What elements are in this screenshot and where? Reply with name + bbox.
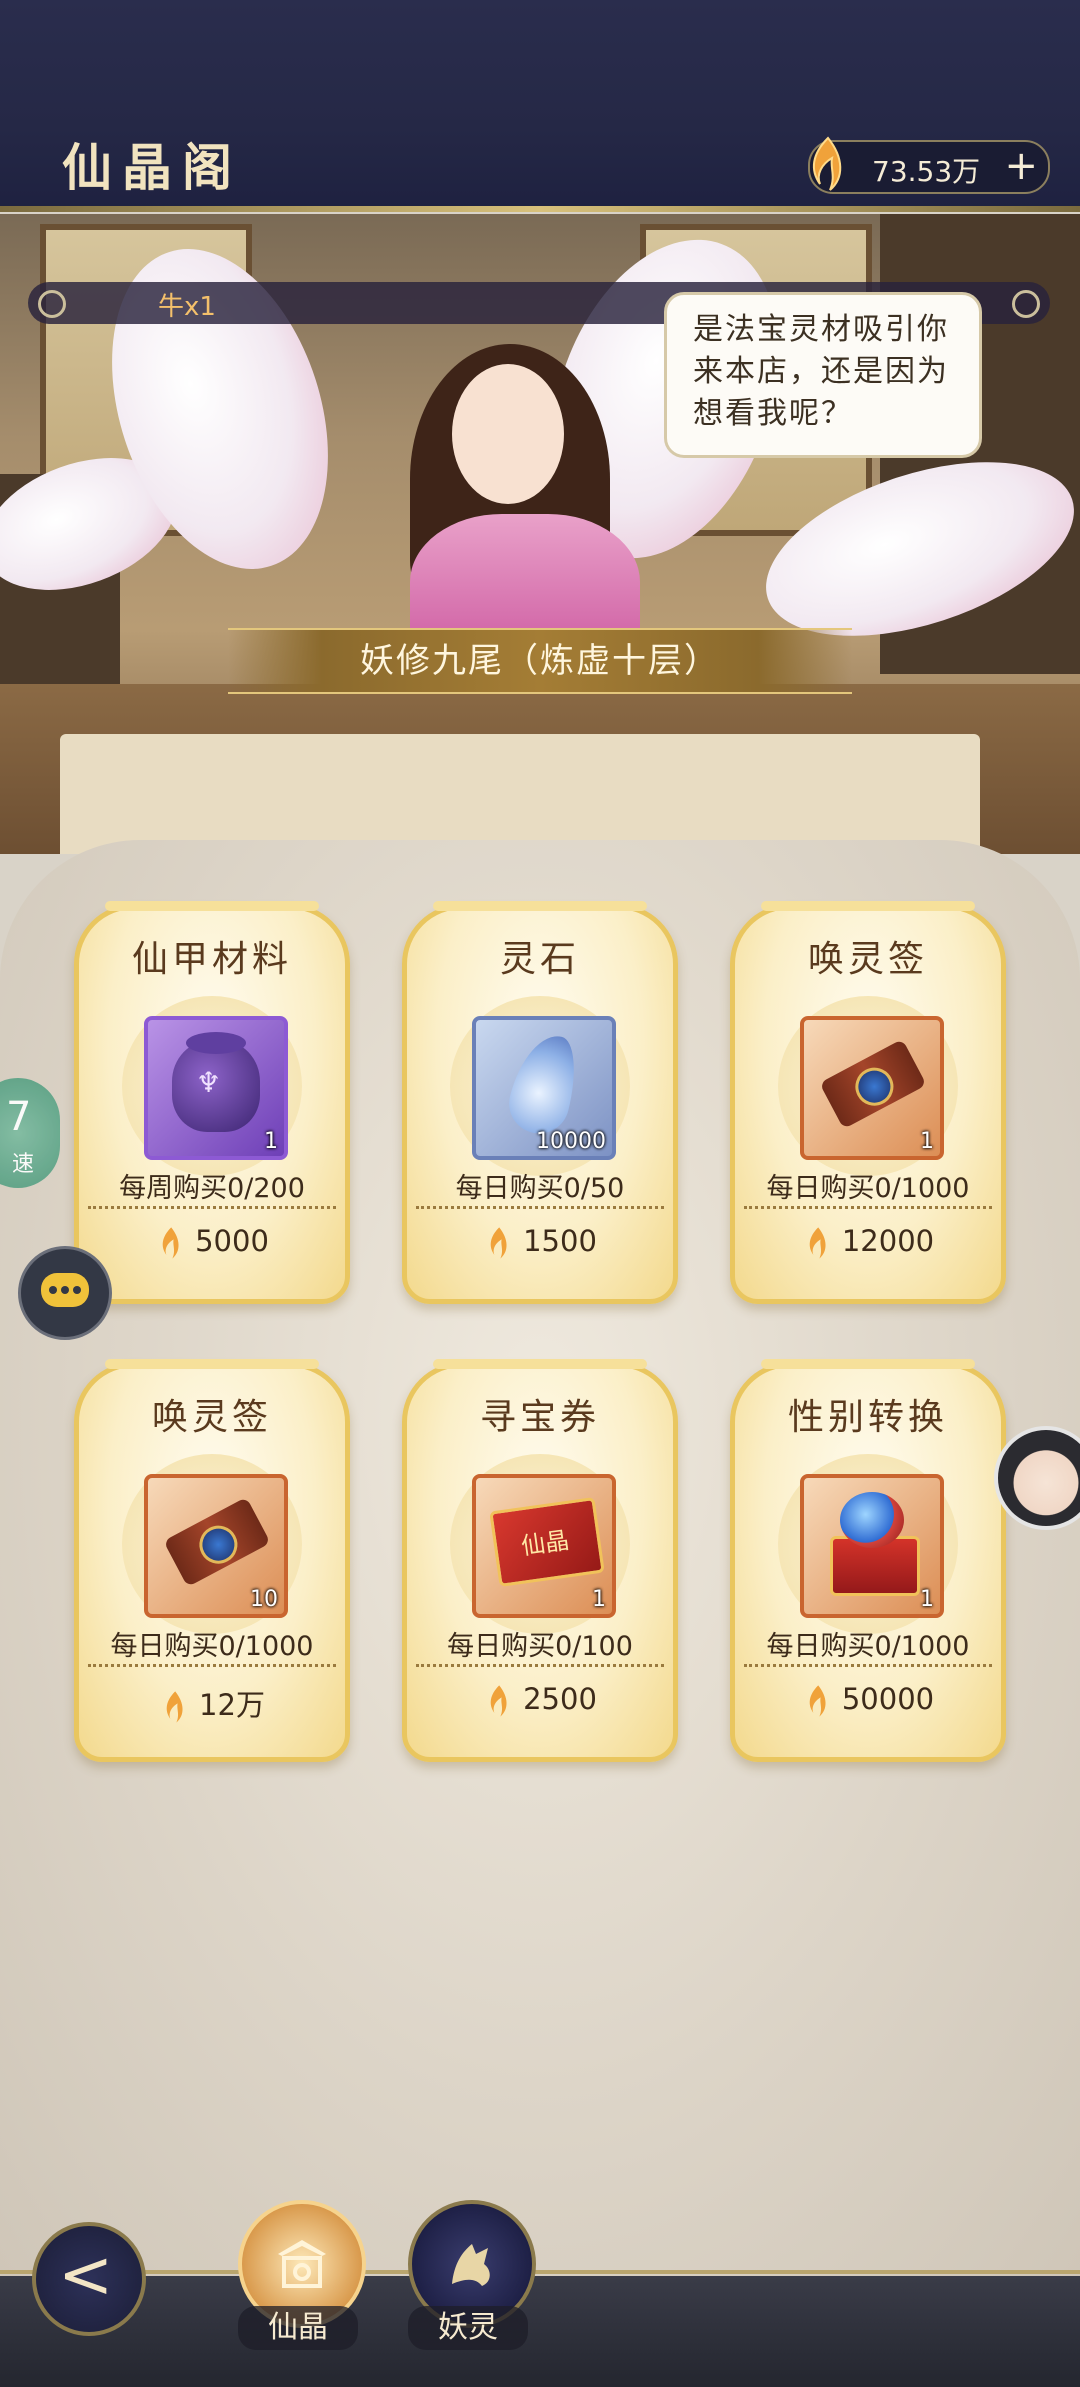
ticket-icon: 仙晶 — [489, 1496, 605, 1588]
npc-name: 妖修九尾（炼虚十层） — [360, 641, 720, 681]
dotted-divider — [744, 1206, 992, 1209]
crystal-currency-icon — [490, 1227, 507, 1259]
crystal-currency-icon — [166, 1691, 183, 1723]
marquee-text: 牛x1 — [158, 292, 216, 322]
speed-number: 7 — [6, 1094, 32, 1140]
dialogue-line: 是法宝灵材吸引你 — [693, 312, 949, 347]
item-name: 仙甲材料 — [131, 939, 292, 980]
item-quantity: 1 — [920, 1129, 934, 1154]
ticket-text: 仙晶 — [519, 1526, 571, 1561]
item-slot[interactable]: ♆ 1 — [144, 1016, 288, 1160]
crystal-currency-icon — [162, 1227, 179, 1259]
item-price[interactable]: 2500 — [402, 1682, 678, 1719]
item-slot[interactable]: 10 — [144, 1474, 288, 1618]
price-value: 12000 — [841, 1224, 935, 1258]
item-slot[interactable]: 10000 — [472, 1016, 616, 1160]
fox-icon — [452, 2244, 490, 2286]
nav-divider — [0, 2270, 1080, 2274]
tab-label-xianjing: 仙晶 — [238, 2306, 358, 2350]
item-quantity: 1 — [264, 1129, 278, 1154]
dialogue-bubble: 是法宝灵材吸引你 来本店，还是因为 想看我呢？ — [664, 292, 982, 458]
purchase-limit: 每日购买0/1000 — [110, 1631, 314, 1662]
pavilion-icon — [278, 2240, 326, 2288]
dotted-divider — [416, 1664, 664, 1667]
scroll-icon — [819, 1038, 927, 1130]
currency-display[interactable]: 73.53万 + — [808, 136, 1050, 194]
crystal-currency-icon — [809, 1685, 826, 1717]
currency-amount: 73.53万 — [872, 155, 981, 188]
item-slot[interactable]: 1 — [800, 1016, 944, 1160]
item-quantity: 10000 — [536, 1129, 606, 1154]
back-arrow-icon: < — [58, 2236, 114, 2313]
header-bar: 仙晶阁 73.53万 + — [0, 0, 1080, 212]
dialogue-line: 想看我呢？ — [693, 396, 853, 431]
bottom-nav-bar — [0, 2276, 1080, 2387]
item-quantity: 1 — [592, 1587, 606, 1612]
shop-item-card[interactable]: 性别转换 1 每日购买0/1000 50000 — [730, 1359, 1006, 1762]
price-value: 1500 — [523, 1224, 597, 1258]
scroll-icon — [163, 1496, 271, 1588]
marquee-ornament — [38, 290, 66, 318]
purchase-limit: 每日购买0/1000 — [766, 1173, 970, 1204]
shop-item-card[interactable]: 唤灵签 1 每日购买0/1000 12000 — [730, 901, 1006, 1304]
shopkeeper-scene: 牛x1 是法宝灵材吸引你 来本店，还是因为 想看我呢？ 妖修九尾（炼虚十层） — [0, 214, 1080, 854]
orb-box-icon — [840, 1492, 904, 1548]
item-slot[interactable]: 1 — [800, 1474, 944, 1618]
shop-item-card[interactable]: 仙甲材料 ♆ 1 每周购买0/200 5000 — [74, 901, 350, 1304]
item-slot[interactable]: 仙晶 1 — [472, 1474, 616, 1618]
marquee-ornament — [1012, 290, 1040, 318]
desk-top — [60, 734, 980, 854]
spirit-stone-icon — [502, 1028, 586, 1140]
item-name: 唤灵签 — [151, 1397, 272, 1438]
crystal-currency-icon — [809, 1227, 826, 1259]
speed-widget[interactable]: 7 速 — [0, 1078, 60, 1188]
item-price[interactable]: 12000 — [730, 1224, 1006, 1261]
chat-bubble-icon — [41, 1273, 89, 1307]
shop-item-card[interactable]: 寻宝券 仙晶 1 每日购买0/100 2500 — [402, 1359, 678, 1762]
shop-item-card[interactable]: 灵石 10000 每日购买0/50 1500 — [402, 901, 678, 1304]
item-price[interactable]: 1500 — [402, 1224, 678, 1261]
page-title: 仙晶阁 — [62, 138, 242, 197]
crystal-currency-icon — [490, 1685, 507, 1717]
scroll-gem — [848, 1060, 901, 1113]
dotted-divider — [88, 1206, 336, 1209]
add-currency-button[interactable]: + — [1004, 144, 1038, 188]
item-name: 唤灵签 — [807, 939, 928, 980]
speed-label: 速 — [12, 1152, 35, 1177]
purchase-limit: 每日购买0/100 — [447, 1631, 633, 1662]
purchase-limit: 每周购买0/200 — [119, 1173, 305, 1204]
item-price[interactable]: 12万 — [74, 1682, 350, 1725]
bag-symbol-icon: ♆ — [196, 1066, 222, 1099]
item-name: 灵石 — [499, 939, 580, 980]
npc-nameplate: 妖修九尾（炼虚十层） — [228, 628, 852, 694]
item-price[interactable]: 50000 — [730, 1682, 1006, 1719]
scroll-gem — [192, 1518, 245, 1571]
chat-button[interactable] — [18, 1246, 112, 1340]
purchase-limit: 每日购买0/1000 — [766, 1631, 970, 1662]
price-value: 12万 — [199, 1688, 265, 1722]
character-face — [452, 364, 564, 504]
item-quantity: 1 — [920, 1587, 934, 1612]
shop-item-card[interactable]: 唤灵签 10 每日购买0/1000 12万 — [74, 1359, 350, 1762]
item-name: 性别转换 — [787, 1397, 948, 1438]
price-value: 2500 — [523, 1682, 597, 1716]
price-value: 5000 — [195, 1224, 269, 1258]
dotted-divider — [744, 1664, 992, 1667]
item-price[interactable]: 5000 — [74, 1224, 350, 1261]
bag-tie — [186, 1032, 246, 1054]
item-name: 寻宝券 — [479, 1397, 600, 1438]
dotted-divider — [416, 1206, 664, 1209]
tab-label-yaoling: 妖灵 — [408, 2306, 528, 2350]
price-value: 50000 — [841, 1682, 935, 1716]
dotted-divider — [88, 1664, 336, 1667]
back-button[interactable]: < — [32, 2222, 146, 2336]
crystal-currency-icon — [812, 136, 842, 191]
purchase-limit: 每日购买0/50 — [455, 1173, 625, 1204]
item-quantity: 10 — [250, 1587, 278, 1612]
dialogue-line: 来本店，还是因为 — [693, 354, 949, 389]
